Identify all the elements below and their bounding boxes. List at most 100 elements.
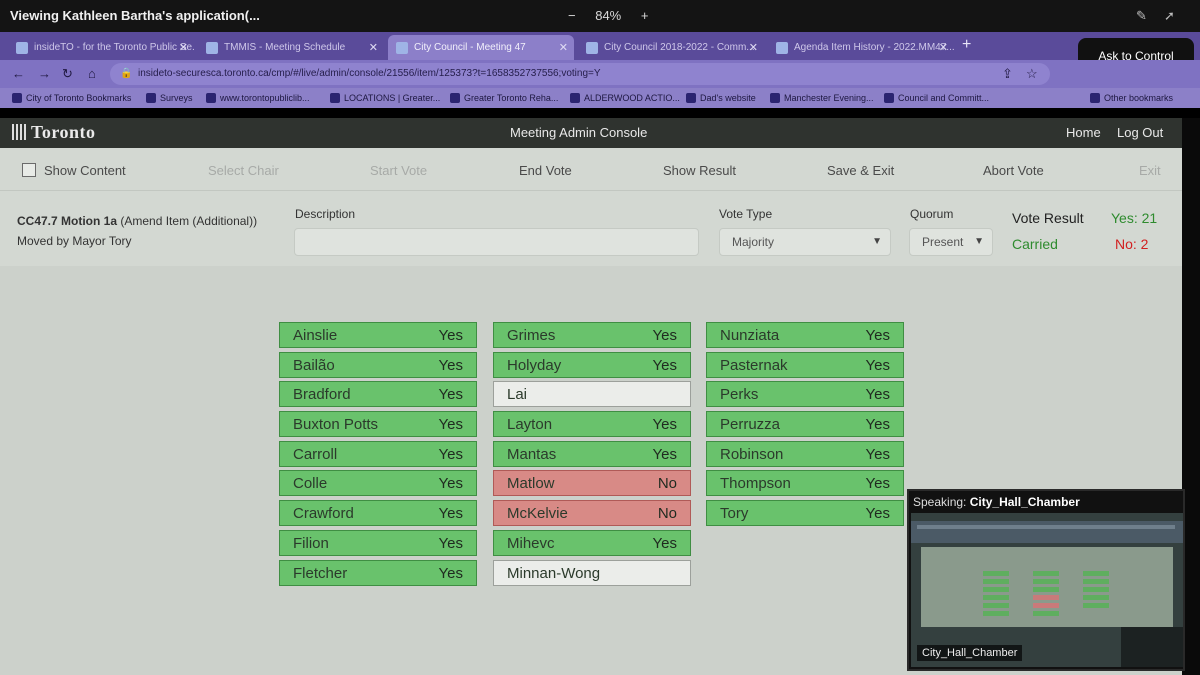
quorum-select[interactable]: Present ▼ (909, 228, 993, 256)
zoom-out-button[interactable]: − (568, 8, 576, 23)
member-row: Mantas Yes (493, 440, 691, 467)
back-icon[interactable]: ← (12, 66, 25, 81)
select-chair-button[interactable]: Select Chair (208, 163, 279, 178)
speaker-video: City_Hall_Chamber (911, 513, 1183, 667)
member-row: Bradford Yes (279, 381, 477, 408)
bookmark-item[interactable]: www.torontopubliclib... (206, 93, 310, 103)
annotate-icon[interactable]: ✎ (1136, 8, 1147, 24)
close-tab-icon[interactable]: ✕ (179, 41, 188, 54)
home-link[interactable]: Home (1066, 125, 1101, 140)
member-column-3: Nunziata Yes Pasternak Yes Perks Yes Perruz… (706, 322, 904, 530)
close-tab-icon[interactable]: ✕ (749, 41, 758, 54)
close-tab-icon[interactable]: ✕ (369, 41, 378, 54)
page-title: Meeting Admin Console (510, 125, 648, 140)
logout-link[interactable]: Log Out (1117, 125, 1163, 140)
member-row: Tory Yes (706, 500, 904, 527)
zoom-controls: − 84% + (560, 8, 656, 23)
speaking-indicator: Speaking: City_Hall_Chamber (913, 495, 1080, 509)
reload-icon[interactable]: ↻ (62, 66, 73, 82)
share-title: Viewing Kathleen Bartha's application(..… (10, 8, 260, 23)
close-tab-icon[interactable]: ✕ (939, 41, 948, 54)
cursor-icon: ➚ (1164, 8, 1175, 23)
member-row: Holyday Yes (493, 351, 691, 378)
member-row: Perruzza Yes (706, 411, 904, 438)
member-row: Fletcher Yes (279, 559, 477, 586)
member-row: Carroll Yes (279, 440, 477, 467)
save-exit-button[interactable]: Save & Exit (827, 163, 894, 178)
home-icon[interactable]: ⌂ (88, 66, 96, 81)
start-vote-button[interactable]: Start Vote (370, 163, 427, 178)
tab-favicon-icon (586, 41, 598, 54)
member-row: Grimes Yes (493, 322, 691, 348)
motion-title: CC47.7 Motion 1a (Amend Item (Additional… (17, 214, 258, 228)
city-hall-icon (12, 124, 28, 140)
vote-toolbar: Show Content Select Chair Start Vote End… (0, 148, 1182, 190)
member-row: Buxton Potts Yes (279, 411, 477, 438)
result-status: Carried (1012, 236, 1058, 252)
share-icon[interactable]: ⇪ (1002, 66, 1013, 82)
lock-icon: 🔒 (120, 68, 133, 79)
tab-label: City Council 2018-2022 - Comm... (604, 42, 755, 53)
member-row: Minnan-Wong (493, 559, 691, 586)
vote-type-select[interactable]: Majority ▼ (719, 228, 891, 256)
tab-label: City Council - Meeting 47 (414, 42, 526, 53)
bookmark-item[interactable]: ALDERWOOD ACTIO... (570, 93, 680, 103)
vote-type-label: Vote Type (719, 207, 773, 221)
member-row: Filion Yes (279, 529, 477, 556)
member-column-2: Grimes Yes Holyday Yes Lai Layton Yes Manta… (493, 322, 691, 589)
tab-tmmis[interactable]: TMMIS - Meeting Schedule ✕ (198, 35, 384, 60)
close-tab-icon[interactable]: ✕ (559, 41, 568, 54)
tab-city-council-2018[interactable]: City Council 2018-2022 - Comm... ✕ (578, 35, 764, 60)
chevron-down-icon: ▼ (974, 236, 984, 247)
vote-result-label: Vote Result (1012, 210, 1084, 226)
speaker-name-tag: City_Hall_Chamber (917, 645, 1023, 661)
speaker-video-panel[interactable]: Speaking: City_Hall_Chamber City_Hall_Ch… (907, 489, 1185, 671)
url-input[interactable]: 🔒 insideto-securesca.toronto.ca/cmp/#/li… (110, 63, 1050, 85)
member-row: Robinson Yes (706, 440, 904, 467)
show-content-toggle[interactable]: Show Content (22, 163, 126, 178)
member-row: Matlow No (493, 470, 691, 497)
bookmark-star-icon[interactable]: ☆ (1026, 66, 1038, 82)
video-thumbnail (911, 513, 1183, 667)
zoom-in-button[interactable]: + (641, 8, 649, 23)
bookmark-item[interactable]: LOCATIONS | Greater... (330, 93, 440, 103)
bookmarks-bar: City of Toronto Bookmarks Surveys www.to… (0, 88, 1200, 108)
member-row: Bailão Yes (279, 351, 477, 378)
no-count: No: 2 (1115, 236, 1149, 252)
end-vote-button[interactable]: End Vote (519, 163, 572, 178)
bookmark-item[interactable]: Surveys (146, 93, 193, 103)
member-row: Perks Yes (706, 381, 904, 408)
member-row: Colle Yes (279, 470, 477, 497)
tab-insideto[interactable]: insideTO - for the Toronto Public Se... … (8, 35, 194, 60)
browser-tab-strip: insideTO - for the Toronto Public Se... … (0, 32, 1200, 60)
other-bookmarks[interactable]: Other bookmarks (1090, 93, 1173, 103)
new-tab-icon[interactable]: + (962, 36, 971, 54)
toronto-logo: Toronto (12, 122, 96, 143)
member-row: Pasternak Yes (706, 351, 904, 378)
bookmark-item[interactable]: Council and Committ... (884, 93, 989, 103)
checkbox-icon[interactable] (22, 163, 36, 177)
tab-label: insideTO - for the Toronto Public Se... (34, 42, 194, 53)
bookmark-item[interactable]: Dad's website (686, 93, 756, 103)
tab-favicon-icon (776, 41, 788, 54)
bookmark-item[interactable]: Manchester Evening... (770, 93, 874, 103)
tab-favicon-icon (206, 41, 218, 54)
yes-count: Yes: 21 (1111, 210, 1158, 226)
show-result-button[interactable]: Show Result (663, 163, 736, 178)
app-header: Toronto Meeting Admin Console Home Log O… (0, 118, 1182, 148)
bookmark-item[interactable]: City of Toronto Bookmarks (12, 93, 131, 103)
motion-panel: CC47.7 Motion 1a (Amend Item (Additional… (0, 190, 1182, 267)
tab-agenda-item-history[interactable]: Agenda Item History - 2022.MM47... ✕ (768, 35, 954, 60)
description-field[interactable] (294, 228, 699, 256)
screen-share-bar: Viewing Kathleen Bartha's application(..… (0, 0, 1200, 32)
member-row: Ainslie Yes (279, 322, 477, 348)
member-row: Layton Yes (493, 411, 691, 438)
description-label: Description (295, 207, 356, 221)
tab-city-council-meeting[interactable]: City Council - Meeting 47 ✕ (388, 35, 574, 60)
abort-vote-button[interactable]: Abort Vote (983, 163, 1044, 178)
exit-button[interactable]: Exit (1139, 163, 1161, 178)
forward-icon[interactable]: → (38, 66, 51, 81)
motion-mover: Moved by Mayor Tory (17, 234, 132, 248)
bookmark-item[interactable]: Greater Toronto Reha... (450, 93, 558, 103)
tab-favicon-icon (396, 41, 408, 54)
